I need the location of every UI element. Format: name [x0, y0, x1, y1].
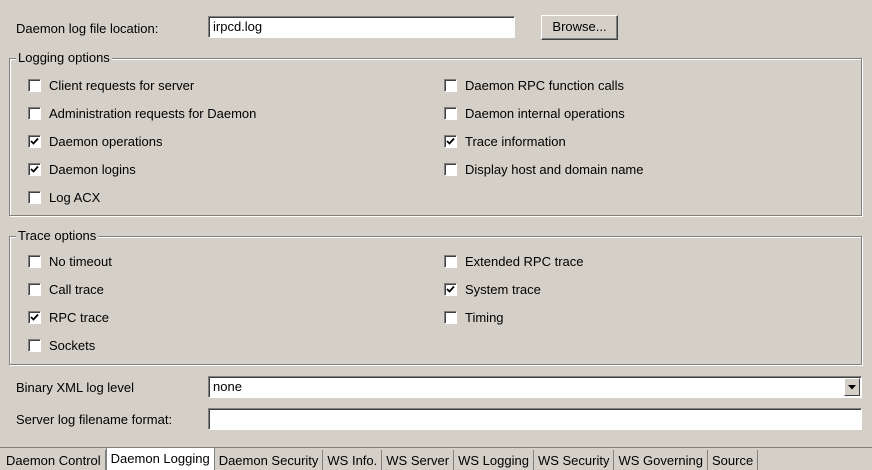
tab-ws-logging[interactable]: WS Logging	[454, 450, 534, 470]
log-file-input[interactable]: irpcd.log	[208, 16, 515, 38]
checkbox-label: Call trace	[49, 281, 104, 297]
tab-daemon-control[interactable]: Daemon Control	[0, 450, 106, 470]
checkbox-box	[28, 190, 41, 204]
checkbox-label: No timeout	[49, 253, 112, 269]
tab-ws-server[interactable]: WS Server	[382, 450, 455, 470]
checkbox-daemon-internal-ops[interactable]: Daemon internal operations	[444, 105, 625, 121]
checkbox-label: Sockets	[49, 337, 96, 353]
checkbox-extended-rpc-trace[interactable]: Extended RPC trace	[444, 253, 584, 269]
binary-xml-select[interactable]: none	[208, 376, 862, 398]
trace-options-title: Trace options	[16, 228, 99, 243]
checkbox-daemon-rpc-calls[interactable]: Daemon RPC function calls	[444, 77, 624, 93]
checkbox-box	[444, 134, 457, 148]
binary-xml-value: none	[213, 379, 242, 394]
checkbox-box	[444, 78, 457, 92]
log-file-value: irpcd.log	[213, 19, 263, 34]
tab-daemon-security[interactable]: Daemon Security	[214, 450, 324, 470]
checkbox-system-trace[interactable]: System trace	[444, 281, 541, 297]
logging-options-title: Logging options	[16, 50, 112, 65]
checkbox-box	[444, 162, 457, 176]
checkbox-sockets[interactable]: Sockets	[28, 337, 95, 353]
checkbox-label: Display host and domain name	[465, 161, 644, 177]
checkbox-box	[28, 338, 41, 352]
dropdown-button[interactable]	[844, 378, 860, 396]
binary-xml-label: Binary XML log level	[16, 380, 135, 395]
checkbox-no-timeout[interactable]: No timeout	[28, 253, 112, 269]
tab-strip: Daemon Control Daemon Logging Daemon Sec…	[0, 447, 872, 470]
checkbox-admin-requests[interactable]: Administration requests for Daemon	[28, 105, 256, 121]
checkbox-trace-information[interactable]: Trace information	[444, 133, 566, 149]
tab-ws-security[interactable]: WS Security	[533, 450, 615, 470]
checkbox-call-trace[interactable]: Call trace	[28, 281, 104, 297]
checkbox-box	[444, 254, 457, 268]
tab-ws-governing[interactable]: WS Governing	[614, 450, 708, 470]
checkbox-box	[28, 310, 41, 324]
server-log-input[interactable]	[208, 408, 862, 430]
checkbox-label: System trace	[465, 281, 541, 297]
checkbox-label: RPC trace	[49, 309, 109, 325]
checkbox-box	[444, 310, 457, 324]
checkbox-box	[444, 106, 457, 120]
log-file-label: Daemon log file location:	[16, 21, 158, 36]
check-icon	[30, 137, 39, 145]
checkbox-box	[444, 282, 457, 296]
checkbox-label: Log ACX	[49, 189, 101, 205]
checkbox-client-requests[interactable]: Client requests for server	[28, 77, 194, 93]
chevron-down-icon	[848, 384, 856, 389]
checkbox-label: Client requests for server	[49, 77, 195, 93]
tab-daemon-logging[interactable]: Daemon Logging	[105, 448, 215, 470]
checkbox-label: Trace information	[465, 133, 566, 149]
checkbox-daemon-operations[interactable]: Daemon operations	[28, 133, 162, 149]
checkbox-display-host-domain[interactable]: Display host and domain name	[444, 161, 644, 177]
checkbox-box	[28, 134, 41, 148]
tab-source[interactable]: Source	[708, 450, 759, 470]
checkbox-label: Extended RPC trace	[465, 253, 584, 269]
checkbox-box	[28, 162, 41, 176]
checkbox-label: Administration requests for Daemon	[49, 105, 257, 121]
checkbox-daemon-logins[interactable]: Daemon logins	[28, 161, 136, 177]
tab-ws-info[interactable]: WS Info.	[323, 450, 383, 470]
check-icon	[446, 285, 455, 293]
checkbox-box	[28, 254, 41, 268]
checkbox-label: Daemon internal operations	[465, 105, 625, 121]
checkbox-rpc-trace[interactable]: RPC trace	[28, 309, 109, 325]
check-icon	[30, 313, 39, 321]
check-icon	[30, 165, 39, 173]
checkbox-label: Daemon operations	[49, 133, 163, 149]
trace-options-group: Trace options	[9, 228, 862, 365]
checkbox-box	[28, 282, 41, 296]
checkbox-label: Daemon logins	[49, 161, 136, 177]
log-file-label-text: Daemon log file location:	[16, 21, 159, 36]
check-icon	[446, 137, 455, 145]
browse-button[interactable]: Browse...	[541, 15, 618, 40]
checkbox-label: Timing	[465, 309, 504, 325]
checkbox-label: Daemon RPC function calls	[465, 77, 624, 93]
checkbox-log-acx[interactable]: Log ACX	[28, 189, 100, 205]
checkbox-box	[28, 78, 41, 92]
checkbox-box	[28, 106, 41, 120]
checkbox-timing[interactable]: Timing	[444, 309, 504, 325]
server-log-label: Server log filename format:	[16, 412, 173, 427]
